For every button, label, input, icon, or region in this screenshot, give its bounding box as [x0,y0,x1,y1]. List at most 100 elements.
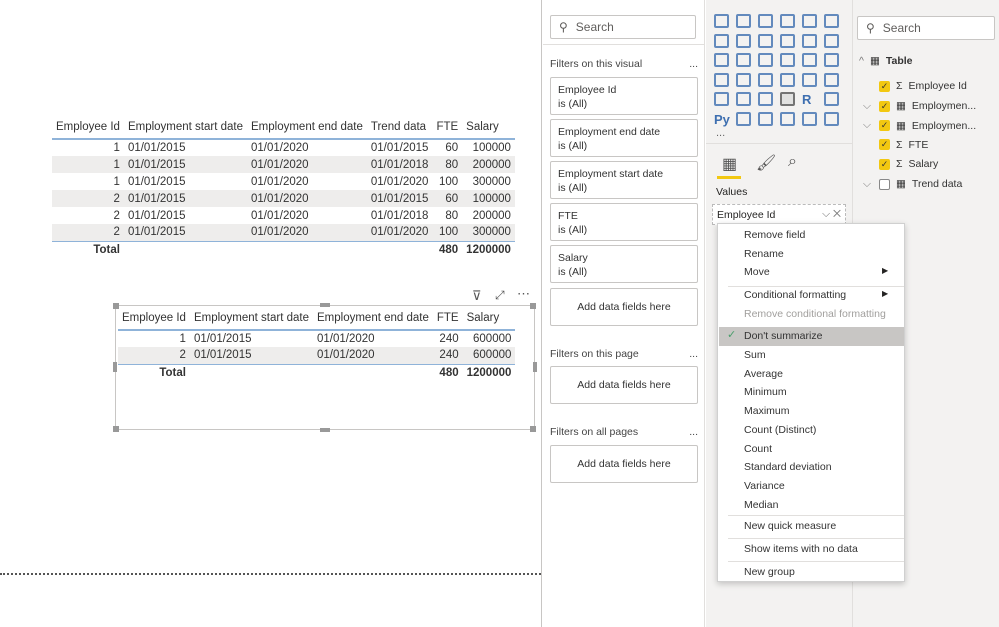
visual-type-icon[interactable] [824,14,839,28]
visual-type-icon[interactable] [780,53,795,67]
field-item[interactable]: ✓ Σ Employee Id [863,80,967,92]
values-field-well[interactable]: Employee Id ⌵ ✕ [712,204,846,225]
add-fields-visual[interactable]: Add data fields here [550,288,698,326]
col-header[interactable]: Trend data [366,115,433,140]
add-fields-all[interactable]: Add data fields here [550,445,698,483]
filter-icon[interactable]: ⊽ [472,288,482,304]
visual-type-icon[interactable] [802,14,817,28]
field-item[interactable]: ✓ Σ FTE [863,139,928,151]
filters-search[interactable]: ⚲ Search [550,15,696,39]
chevron-close-icons[interactable]: ⌵ ✕ [822,208,841,221]
col-header[interactable]: Employment start date [123,115,247,140]
filter-card[interactable]: Employee Id is (All) [550,77,698,115]
visual-type-icon[interactable] [824,92,839,106]
menu-move[interactable]: Move [744,266,770,278]
menu-new-group[interactable]: New group [744,566,795,578]
table-row[interactable]: 2 01/01/2015 01/01/2020 01/01/2018 80 200000 [52,207,515,224]
menu-dont-summarize[interactable]: Don't summarize [744,330,822,342]
field-item[interactable]: ⌵ ✓ ▦ Employmen... [863,119,976,132]
table-row[interactable]: 1 01/01/2015 01/01/2020 240 600000 [118,330,515,347]
field-checkbox[interactable]: ✓ [879,120,890,131]
field-checkbox[interactable]: ✓ [879,158,890,170]
visual-type-icon[interactable] [714,53,729,67]
table-row[interactable]: 2 01/01/2015 01/01/2020 01/01/2015 60 100000 [52,190,515,207]
menu-remove-field[interactable]: Remove field [744,229,805,241]
col-header[interactable]: Employment end date [313,306,433,331]
menu-agg-standard-deviation[interactable]: Standard deviation [744,461,832,473]
table-row[interactable]: 1 01/01/2015 01/01/2020 01/01/2015 60 100000 [52,139,515,156]
field-item[interactable]: ✓ Σ Salary [863,158,938,170]
menu-agg-maximum[interactable]: Maximum [744,405,790,417]
menu-agg-sum[interactable]: Sum [744,349,766,361]
field-checkbox[interactable]: ✓ [879,100,890,112]
visual-type-icon[interactable] [736,72,751,87]
expand-chevron-icon[interactable]: ⌵ [863,119,873,132]
visual-type-icon[interactable] [736,92,751,106]
menu-agg-count[interactable]: Count [744,443,772,455]
more-icon[interactable]: ... [689,426,698,438]
filter-card[interactable]: Salary is (All) [550,245,698,283]
col-header[interactable]: Employee Id [118,306,190,331]
more-options-icon[interactable]: ⋯ [517,286,530,302]
fields-search[interactable]: ⚲ Search [857,16,995,40]
col-header[interactable]: FTE [432,306,463,331]
menu-agg-minimum[interactable]: Minimum [744,386,787,398]
analytics-icon[interactable]: ⌕ [788,153,797,171]
table-visual-1[interactable]: Employee Id Employment start date Employme… [52,115,515,259]
visual-type-icon[interactable] [714,33,729,48]
col-header[interactable]: Salary [462,115,515,140]
menu-agg-average[interactable]: Average [744,368,783,380]
visual-type-icon[interactable] [714,92,729,106]
visual-type-icon[interactable] [780,111,795,126]
visual-type-icon[interactable] [736,33,751,48]
table-row[interactable]: 2 01/01/2015 01/01/2020 01/01/2020 100 300000 [52,224,515,241]
visual-type-icon[interactable] [802,111,817,126]
expand-chevron-icon[interactable] [863,158,873,170]
filter-card[interactable]: FTE is (All) [550,203,698,241]
more-icon[interactable]: ... [689,58,698,70]
chevron-up-icon[interactable]: ^ [859,55,864,67]
visual-type-icon[interactable] [824,33,839,48]
table-node[interactable]: ^ ▦ Table [859,55,913,67]
visual-type-icon[interactable] [802,33,817,48]
more-visuals-icon[interactable]: ... [716,127,725,139]
visual-type-icon[interactable] [714,72,729,87]
filter-card[interactable]: Employment start date is (All) [550,161,698,199]
format-paint-roller-icon[interactable]: 🖌 [756,153,776,173]
table-visual-2[interactable]: Employee Id Employment start date Employme… [118,306,516,382]
menu-conditional-formatting[interactable]: Conditional formatting [744,289,846,301]
visual-type-icon[interactable] [758,111,773,126]
field-item[interactable]: ⌵ ▦ Trend data [863,178,962,191]
visual-type-icon[interactable] [802,72,817,87]
visual-type-icon[interactable] [780,72,795,87]
menu-agg-median[interactable]: Median [744,499,778,511]
visual-type-icon[interactable] [736,53,751,67]
field-checkbox[interactable] [879,178,890,190]
more-icon[interactable]: ... [689,348,698,360]
field-item[interactable]: ⌵ ✓ ▦ Employmen... [863,100,976,113]
visual-type-icon[interactable] [714,14,729,28]
visual-type-icon[interactable]: R [802,92,821,112]
visual-type-icon[interactable] [802,53,817,67]
add-fields-page[interactable]: Add data fields here [550,366,698,404]
visual-type-icon[interactable] [758,72,773,87]
menu-agg-variance[interactable]: Variance [744,480,785,492]
menu-new-quick-measure[interactable]: New quick measure [744,520,836,532]
visual-type-icon[interactable] [824,111,839,126]
visual-type-icon[interactable] [736,14,751,28]
visual-type-icon[interactable] [758,53,773,67]
visual-type-icon[interactable] [824,53,839,67]
table-row[interactable]: 2 01/01/2015 01/01/2020 240 600000 [118,347,516,364]
visual-type-icon[interactable] [780,14,795,28]
visual-type-icon[interactable] [758,33,773,48]
field-checkbox[interactable]: ✓ [879,80,890,92]
expand-chevron-icon[interactable] [863,139,873,151]
visual-type-icon[interactable] [758,92,773,106]
menu-show-items-no-data[interactable]: Show items with no data [744,543,858,555]
col-header[interactable]: Employment end date [247,115,367,140]
filter-card[interactable]: Employment end date is (All) [550,119,698,157]
visual-type-icon[interactable] [758,14,773,28]
field-checkbox[interactable]: ✓ [879,139,890,150]
expand-chevron-icon[interactable]: ⌵ [863,100,873,113]
visual-type-icon[interactable] [736,111,751,126]
